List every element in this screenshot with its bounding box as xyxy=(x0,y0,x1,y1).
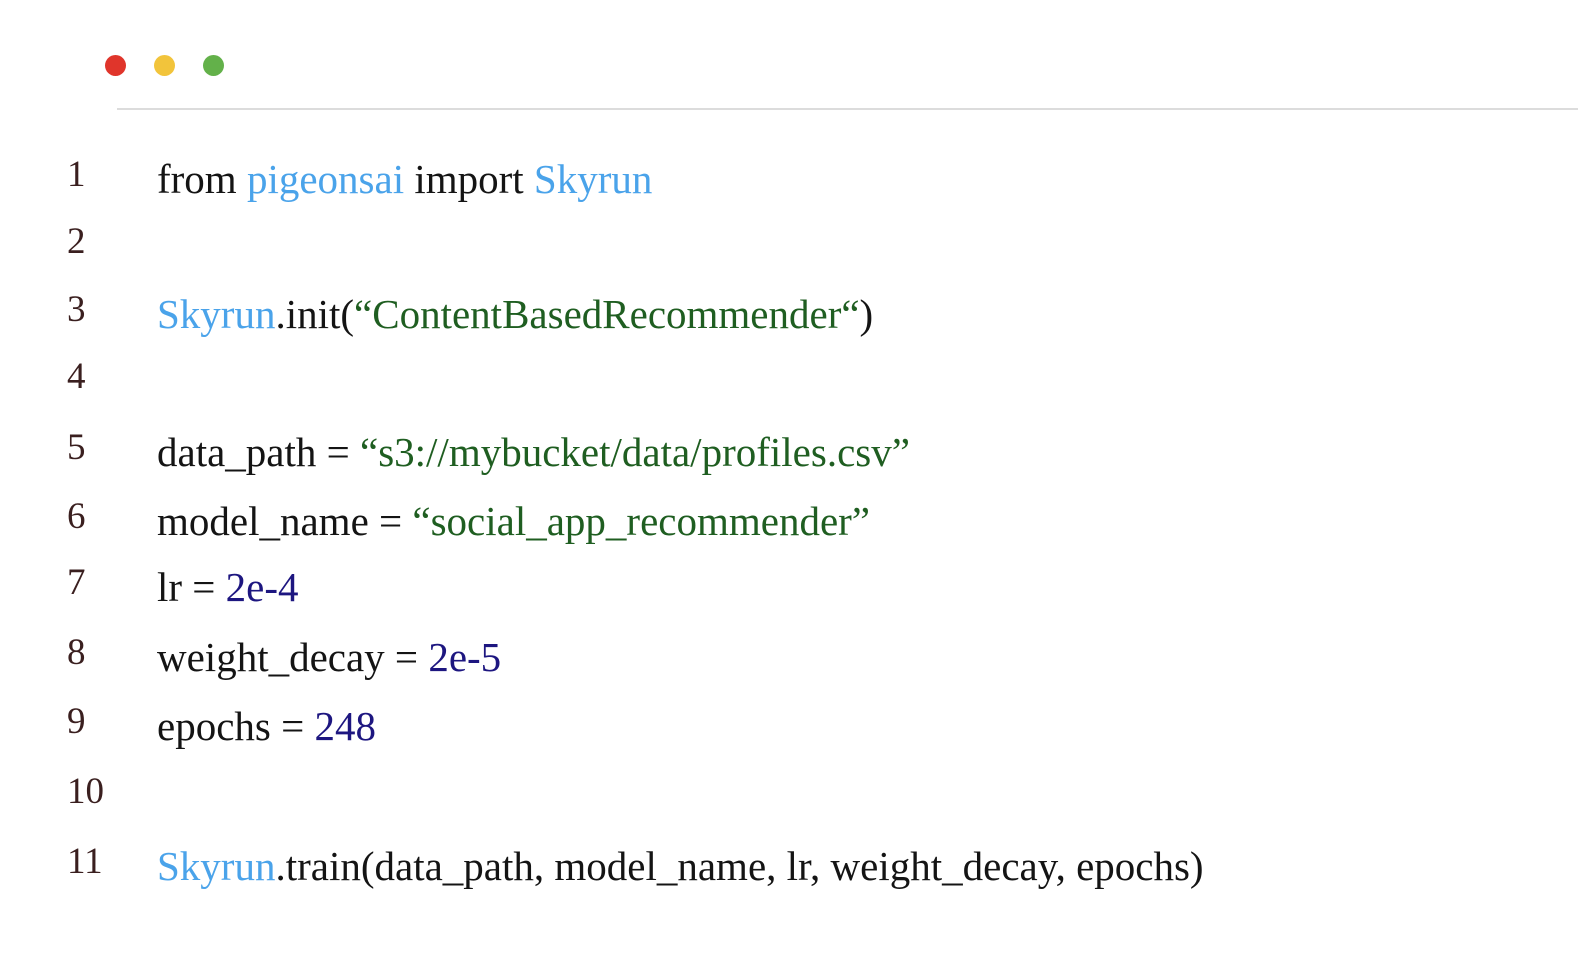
code-text: model_name = “social_app_recommender” xyxy=(157,499,870,543)
line-number: 2 xyxy=(67,221,86,262)
code-line[interactable]: 11 Skyrun.train(data_path, model_name, lr… xyxy=(0,842,1578,902)
code-token-string: “ContentBasedRecommender“ xyxy=(354,291,860,337)
code-text: Skyrun.train(data_path, model_name, lr, … xyxy=(157,844,1204,888)
code-token-plain: .train(data_path, model_name, lr, weight… xyxy=(275,843,1204,889)
code-line[interactable]: 1 from pigeonsai import Skyrun xyxy=(0,155,1578,215)
code-token-plain: weight_decay = xyxy=(157,634,429,680)
code-editor[interactable]: 1 from pigeonsai import Skyrun 2 3 Skyrun.in… xyxy=(0,0,1578,978)
code-line[interactable]: 6 model_name = “social_app_recommender” xyxy=(0,497,1578,557)
code-token-plain: epochs = xyxy=(157,703,315,749)
line-number: 1 xyxy=(67,154,86,195)
code-token-plain: lr = xyxy=(157,564,226,610)
line-number: 11 xyxy=(67,841,103,882)
code-text: epochs = 248 xyxy=(157,704,376,748)
code-token-number: 2e-4 xyxy=(225,564,299,610)
code-token-string: “social_app_recommender” xyxy=(412,498,870,544)
code-text: Skyrun.init(“ContentBasedRecommender“) xyxy=(157,292,873,336)
code-line[interactable]: 4 xyxy=(0,357,1578,417)
code-token-plain: .init( xyxy=(275,291,355,337)
code-line[interactable]: 7 lr = 2e-4 xyxy=(0,563,1578,623)
line-number: 8 xyxy=(67,632,86,673)
code-token-string: “s3://mybucket/data/profiles.csv” xyxy=(360,429,910,475)
code-line[interactable]: 8 weight_decay = 2e-5 xyxy=(0,633,1578,693)
line-number: 9 xyxy=(67,701,86,742)
code-token-number: 248 xyxy=(314,703,376,749)
line-number: 10 xyxy=(67,771,104,812)
code-token-number: 2e-5 xyxy=(428,634,502,680)
line-number: 3 xyxy=(67,289,86,330)
code-text: weight_decay = 2e-5 xyxy=(157,635,501,679)
code-token-plain: model_name = xyxy=(157,498,413,544)
code-line[interactable]: 2 xyxy=(0,222,1578,282)
code-text: from pigeonsai import Skyrun xyxy=(157,157,652,201)
code-token-plain: ) xyxy=(859,291,874,337)
code-token-ident: Skyrun xyxy=(533,156,653,202)
line-number: 4 xyxy=(67,356,86,397)
code-token-plain: from xyxy=(157,156,247,202)
line-number: 6 xyxy=(67,496,86,537)
code-token-ident: Skyrun xyxy=(157,291,276,337)
line-number: 7 xyxy=(67,562,86,603)
code-token-plain: data_path = xyxy=(157,429,360,475)
line-number: 5 xyxy=(67,427,86,468)
code-line[interactable]: 10 xyxy=(0,772,1578,832)
code-token-plain: import xyxy=(404,156,534,202)
code-line[interactable]: 3 Skyrun.init(“ContentBasedRecommender“) xyxy=(0,290,1578,350)
code-text: lr = 2e-4 xyxy=(157,565,299,609)
code-text: data_path = “s3://mybucket/data/profiles… xyxy=(157,430,910,474)
code-token-ident: Skyrun xyxy=(157,843,276,889)
code-line[interactable]: 5 data_path = “s3://mybucket/data/profile… xyxy=(0,428,1578,488)
code-line[interactable]: 9 epochs = 248 xyxy=(0,702,1578,762)
code-token-ident: pigeonsai xyxy=(246,156,405,202)
